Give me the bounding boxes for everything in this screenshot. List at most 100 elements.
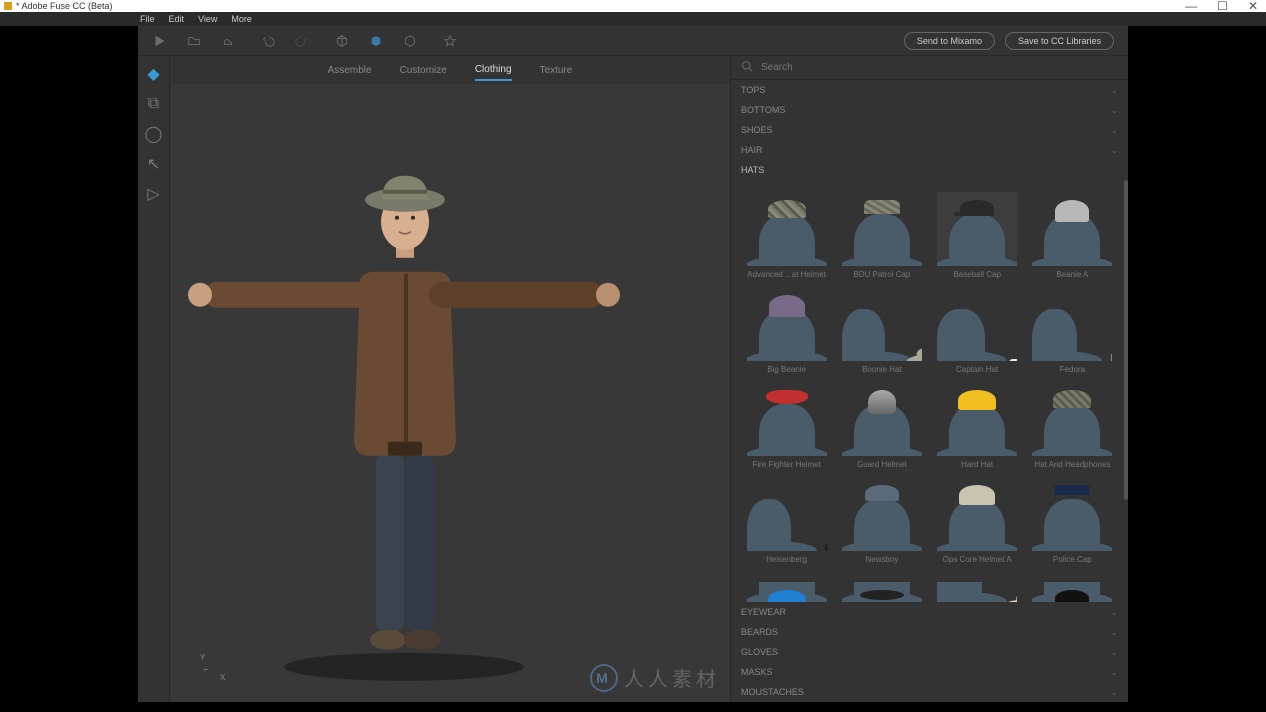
tab-clothing[interactable]: Clothing	[475, 60, 512, 81]
sidetool-diamond-icon[interactable]: ◆	[146, 66, 162, 82]
hat-thumbnail	[937, 192, 1017, 266]
tab-texture[interactable]: Texture	[540, 61, 573, 80]
app-frame: Send to Mixamo Save to CC Libraries ◆ ⧉ …	[138, 26, 1128, 702]
menu-more[interactable]: More	[231, 14, 252, 24]
hat-item[interactable]: Fedora	[1029, 287, 1115, 374]
category-tops[interactable]: TOPS ⌄	[731, 80, 1128, 100]
category-moustaches[interactable]: MOUSTACHES ⌄	[731, 682, 1128, 702]
tool-cloud-icon[interactable]	[220, 33, 236, 49]
chevron-down-icon: ⌄	[1110, 627, 1118, 638]
scrollbar-thumb[interactable]	[1124, 180, 1128, 500]
chevron-down-icon: ⌄	[1110, 647, 1118, 658]
hat-item[interactable]	[934, 582, 1020, 602]
hat-label: Captain Hat	[935, 365, 1019, 374]
hats-partial-row	[731, 576, 1128, 602]
sidetool-pointer-icon[interactable]: ↖	[146, 156, 162, 172]
menu-file[interactable]: File	[140, 14, 155, 24]
sidetool-circle-icon[interactable]: ◯	[146, 126, 162, 142]
hat-item[interactable]: Beanie A	[1029, 192, 1115, 279]
hat-item[interactable]: Boonie Hat	[839, 287, 925, 374]
hat-thumbnail	[937, 582, 1017, 602]
chevron-down-icon: ⌄	[1110, 687, 1118, 698]
hat-item[interactable]: Hard Hat	[934, 382, 1020, 469]
category-hats[interactable]: HATS	[731, 160, 1128, 180]
close-button[interactable]: ✕	[1248, 0, 1258, 13]
tool-cube-outline-icon[interactable]	[402, 33, 418, 49]
send-to-mixamo-button[interactable]: Send to Mixamo	[904, 32, 995, 50]
hat-item[interactable]: Ops Core Helmet A	[934, 477, 1020, 564]
watermark: M 人人素材	[590, 663, 720, 692]
search-icon	[741, 59, 753, 77]
category-masks[interactable]: MASKS ⌄	[731, 662, 1128, 682]
hat-thumbnail	[747, 582, 827, 602]
app-icon	[4, 2, 12, 10]
hat-thumbnail	[937, 287, 1017, 361]
search-input[interactable]	[761, 62, 1118, 73]
hat-item[interactable]: Captain Hat	[934, 287, 1020, 374]
hat-item[interactable]: Newsboy	[839, 477, 925, 564]
menu-edit[interactable]: Edit	[169, 14, 185, 24]
hat-item[interactable]: Baseball Cap	[934, 192, 1020, 279]
maximize-button[interactable]: ☐	[1217, 0, 1228, 13]
category-hair[interactable]: HAIR ⌄	[731, 140, 1128, 160]
axis-x-label: X	[220, 673, 225, 682]
hats-grid: Advanced ...at Helmet BDU Patrol CapBaseb…	[731, 180, 1128, 576]
tool-cube-blue-icon[interactable]	[368, 33, 384, 49]
hat-label: Hat And Headphones	[1030, 460, 1114, 469]
tool-folder-icon[interactable]	[186, 33, 202, 49]
hat-label: Ops Core Helmet A	[935, 555, 1019, 564]
minimize-button[interactable]: —	[1185, 0, 1197, 13]
tool-star-icon[interactable]	[442, 33, 458, 49]
hat-label: Hard Hat	[935, 460, 1019, 469]
hat-label: Advanced ...at Helmet	[745, 270, 829, 279]
hat-thumbnail	[842, 192, 922, 266]
hat-item[interactable]: BDU Patrol Cap	[839, 192, 925, 279]
viewport-3d[interactable]: Y ⌐ X M 人人素材	[170, 84, 730, 702]
hat-thumbnail	[1032, 477, 1112, 551]
category-label: GLOVES	[741, 647, 778, 657]
sidetool-play-icon[interactable]: ▷	[146, 186, 162, 202]
tab-assemble[interactable]: Assemble	[328, 61, 372, 80]
hat-thumbnail	[747, 477, 827, 551]
tool-undo-icon[interactable]	[260, 33, 276, 49]
category-beards[interactable]: BEARDS ⌄	[731, 622, 1128, 642]
category-label: MOUSTACHES	[741, 687, 804, 697]
chevron-down-icon: ⌄	[1110, 607, 1118, 618]
category-gloves[interactable]: GLOVES ⌄	[731, 642, 1128, 662]
category-list: TOPS ⌄ BOTTOMS ⌄ SHOES ⌄ HAIR ⌄ HATS	[731, 80, 1128, 702]
hat-item[interactable]	[1029, 582, 1115, 602]
hat-thumbnail	[842, 382, 922, 456]
hat-item[interactable]: Advanced ...at Helmet	[744, 192, 830, 279]
hat-item[interactable]: Fire Fighter Helmet	[744, 382, 830, 469]
tool-redo-icon[interactable]	[294, 33, 310, 49]
hat-item[interactable]: Big Beanie	[744, 287, 830, 374]
watermark-text: 人人素材	[624, 663, 720, 692]
mode-tabs: Assemble Customize Clothing Texture	[170, 56, 730, 84]
hat-item[interactable]: Guard Helmet	[839, 382, 925, 469]
tool-arrow-icon[interactable]	[152, 33, 168, 49]
hat-label: Guard Helmet	[840, 460, 924, 469]
assets-panel: TOPS ⌄ BOTTOMS ⌄ SHOES ⌄ HAIR ⌄ HATS	[730, 56, 1128, 702]
hat-thumbnail	[747, 192, 827, 266]
hat-item[interactable]	[839, 582, 925, 602]
character-model	[174, 122, 634, 682]
tool-cube-icon[interactable]	[334, 33, 350, 49]
category-bottoms[interactable]: BOTTOMS ⌄	[731, 100, 1128, 120]
hat-label: Beanie A	[1030, 270, 1114, 279]
hat-label: Newsboy	[840, 555, 924, 564]
tab-customize[interactable]: Customize	[400, 61, 447, 80]
save-to-cc-button[interactable]: Save to CC Libraries	[1005, 32, 1114, 50]
category-eyewear[interactable]: EYEWEAR ⌄	[731, 602, 1128, 622]
hat-item[interactable]	[744, 582, 830, 602]
sidetool-link-icon[interactable]: ⧉	[146, 96, 162, 112]
chevron-down-icon: ⌄	[1110, 145, 1118, 156]
category-label: EYEWEAR	[741, 607, 786, 617]
menu-view[interactable]: View	[198, 14, 217, 24]
hat-thumbnail	[937, 477, 1017, 551]
hat-thumbnail	[842, 287, 922, 361]
hat-label: Heisenberg	[745, 555, 829, 564]
hat-item[interactable]: Police Cap	[1029, 477, 1115, 564]
category-shoes[interactable]: SHOES ⌄	[731, 120, 1128, 140]
hat-item[interactable]: Heisenberg	[744, 477, 830, 564]
hat-item[interactable]: Hat And Headphones	[1029, 382, 1115, 469]
